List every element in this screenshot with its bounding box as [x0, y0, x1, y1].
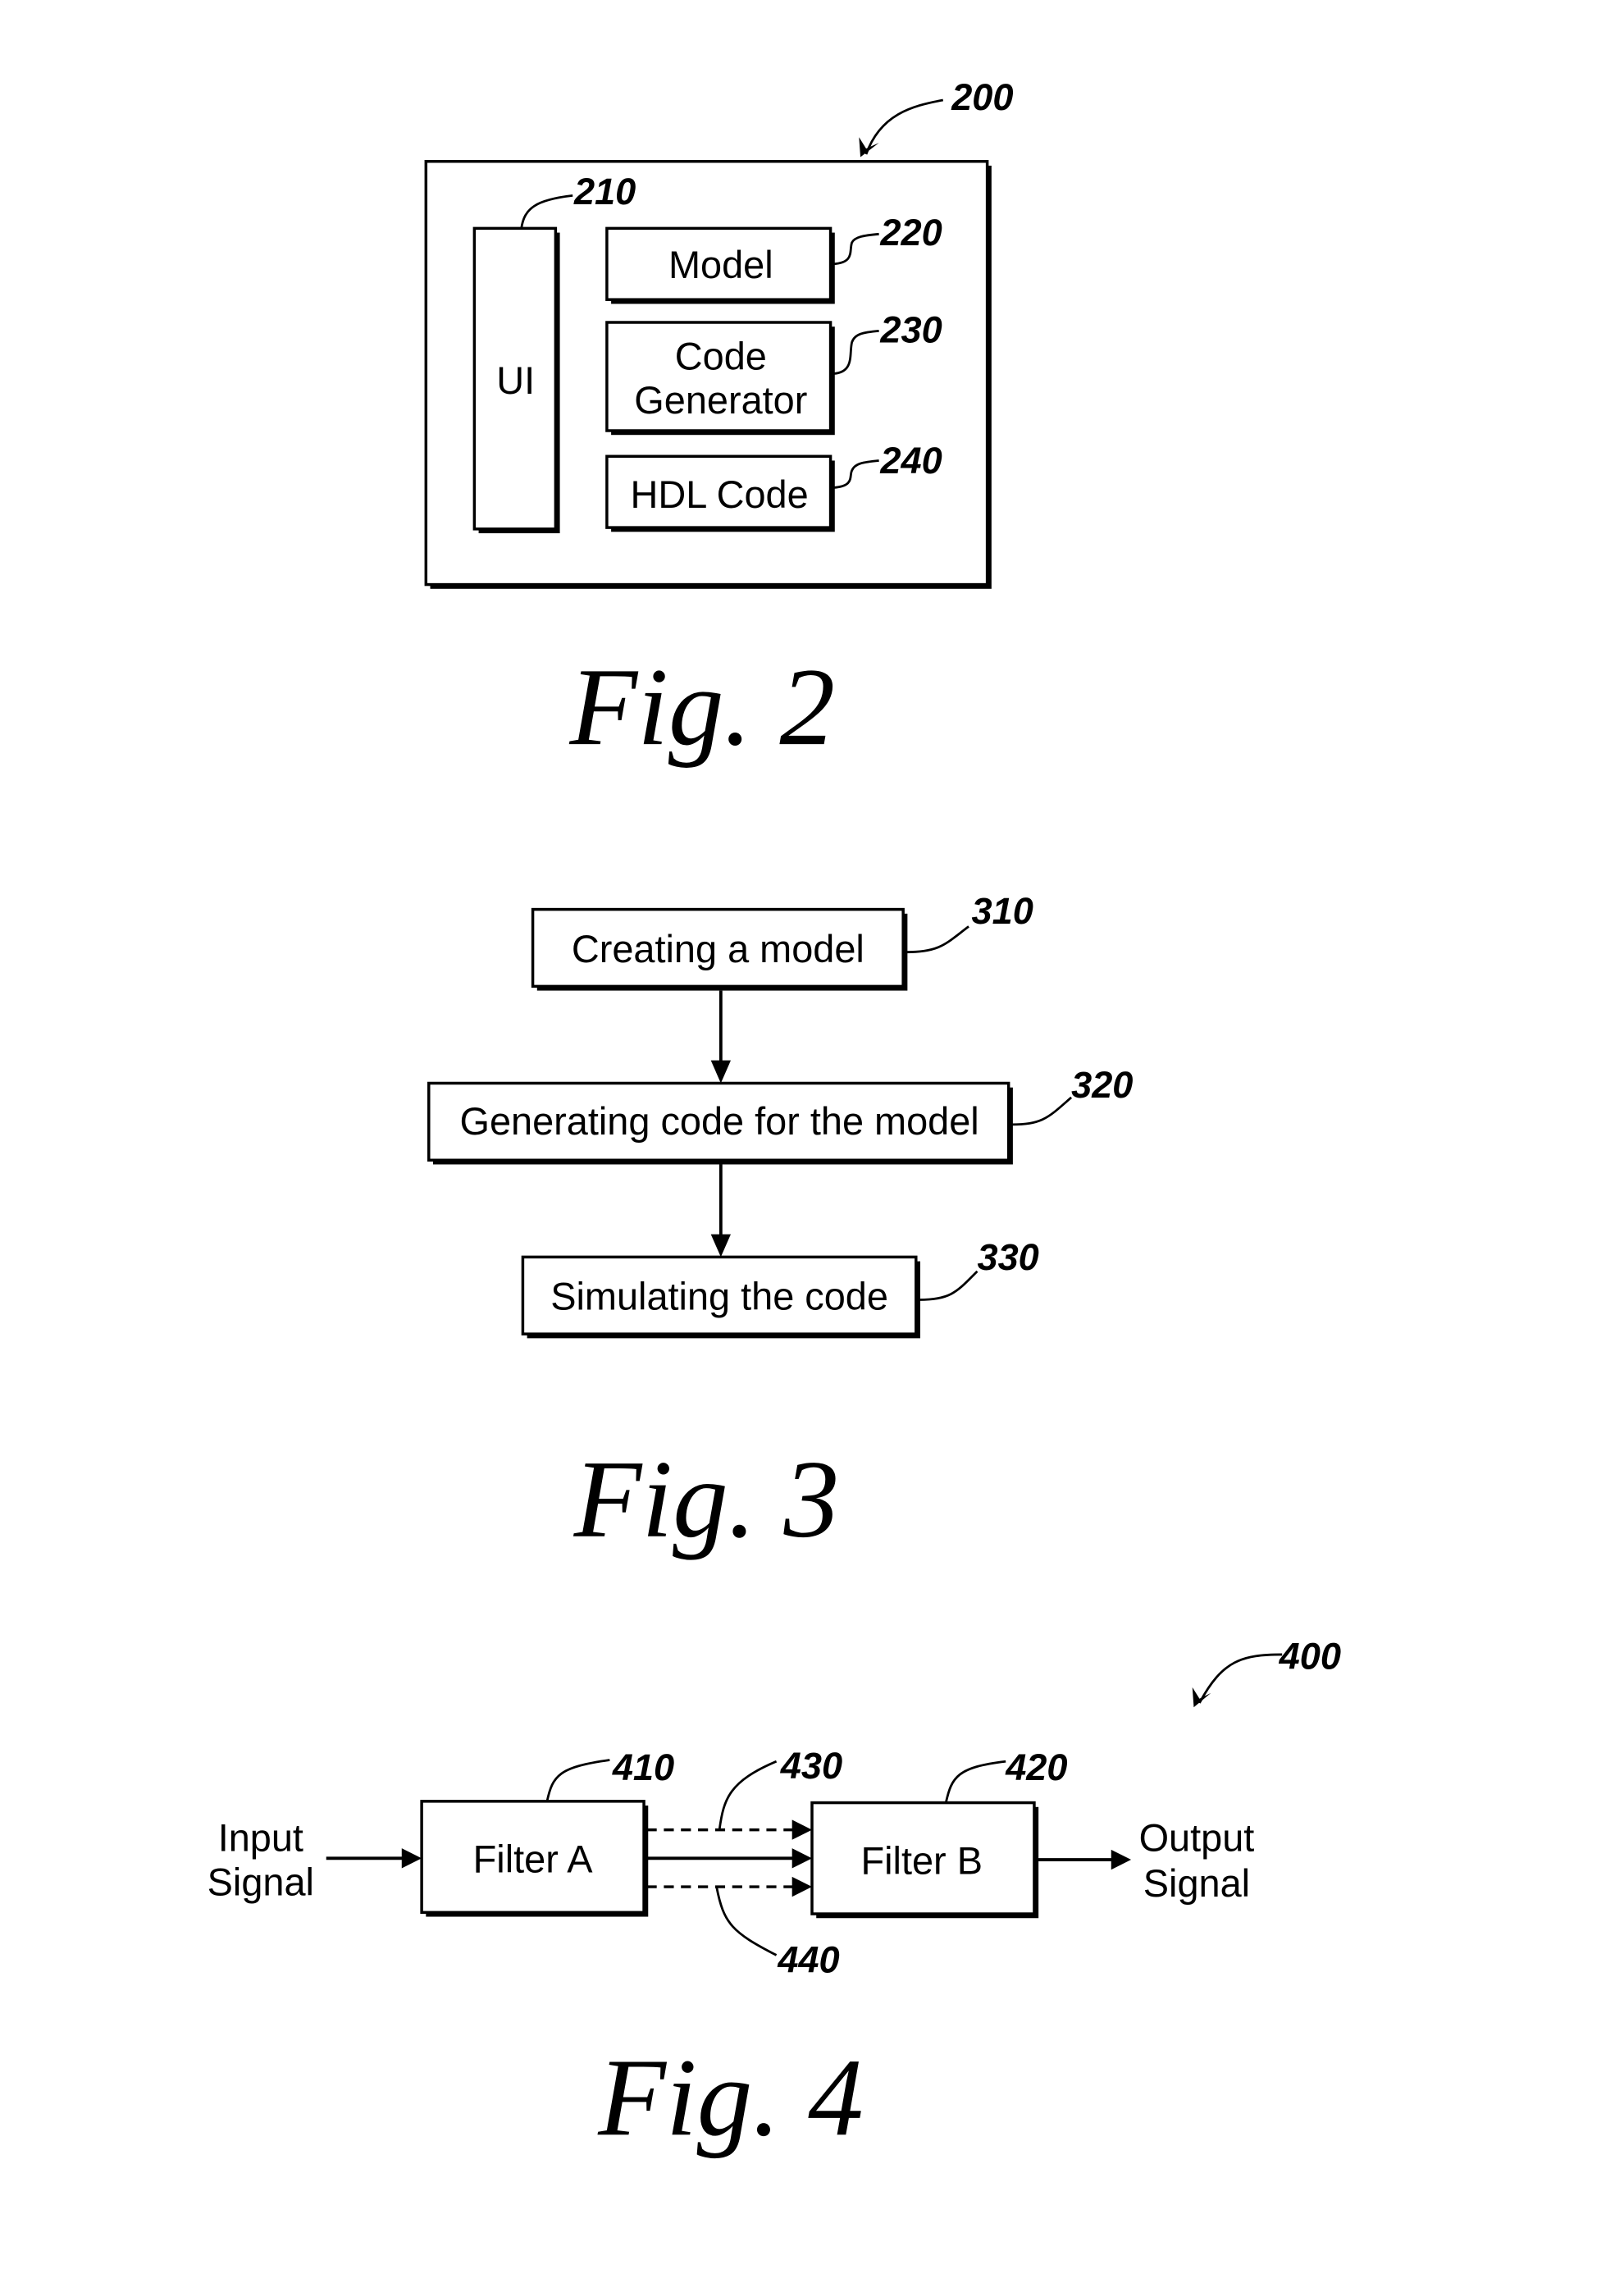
arrowhead-icon	[791, 1876, 812, 1897]
ref-320: 320	[1071, 1064, 1133, 1106]
ref-440: 440	[777, 1938, 839, 1980]
step-330-label: Simulating the code	[550, 1276, 888, 1318]
ref-210: 210	[573, 171, 636, 212]
output-signal-label-line1: Output	[1139, 1817, 1255, 1860]
ref-240: 240	[879, 440, 942, 482]
fig2-caption: Fig. 2	[568, 646, 835, 769]
ref-430: 430	[780, 1745, 842, 1787]
arrowhead-icon	[1111, 1849, 1132, 1870]
ref-220: 220	[879, 212, 942, 253]
arrowhead-icon	[710, 1060, 731, 1084]
step-320-label: Generating code for the model	[460, 1100, 979, 1143]
fig4-caption: Fig. 4	[597, 2036, 864, 2159]
ref-400-arrow	[1198, 1653, 1283, 1704]
ref-410: 410	[612, 1746, 674, 1788]
filter-b-label: Filter B	[861, 1839, 983, 1882]
output-signal-label-line2: Signal	[1143, 1862, 1250, 1905]
filter-a-label: Filter A	[473, 1838, 594, 1881]
arrowhead-icon	[710, 1234, 731, 1258]
input-signal-label-line1: Input	[218, 1817, 303, 1860]
code-generator-label-line2: Generator	[634, 379, 807, 422]
fig2: 200 UI 210 Model 220 Code Generator 230 …	[424, 76, 1014, 769]
ref-400: 400	[1279, 1635, 1341, 1677]
fig3: Creating a model 310 Generating code for…	[427, 890, 1133, 1561]
code-generator-label-line1: Code	[675, 335, 767, 377]
ref-330: 330	[977, 1236, 1038, 1278]
ref-310: 310	[972, 890, 1033, 932]
arrowhead-icon	[401, 1848, 422, 1869]
ui-block-label: UI	[496, 359, 535, 402]
ref-200: 200	[951, 76, 1013, 118]
patent-figure-sheet: 200 UI 210 Model 220 Code Generator 230 …	[208, 76, 1341, 2159]
ref-200-arrow	[864, 98, 944, 155]
fig3-caption: Fig. 3	[573, 1438, 840, 1561]
fig4: 400 Input Signal Filter A 410 430 440 Fi…	[208, 1635, 1341, 2159]
arrowhead-icon	[791, 1819, 812, 1840]
hdl-code-block-label: HDL Code	[631, 473, 809, 516]
arrowhead-icon	[791, 1848, 812, 1869]
ref-420: 420	[1005, 1746, 1067, 1788]
ref-230: 230	[879, 308, 942, 350]
model-block-label: Model	[668, 244, 773, 286]
input-signal-label-line2: Signal	[208, 1860, 314, 1903]
step-310-label: Creating a model	[572, 928, 864, 970]
